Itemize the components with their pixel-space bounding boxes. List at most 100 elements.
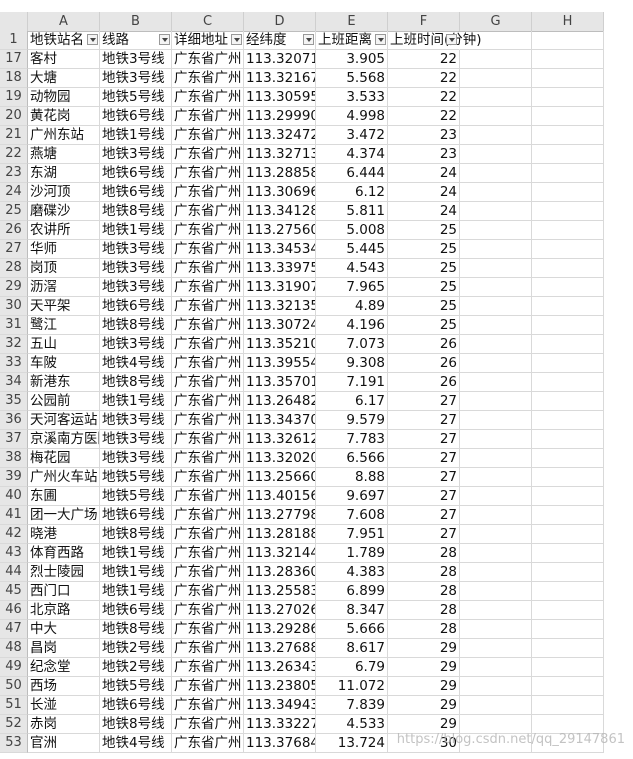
row-number[interactable]: 19: [0, 88, 28, 107]
column-header-e[interactable]: E: [316, 12, 388, 31]
coordinate-cell[interactable]: 113.270268: [244, 601, 316, 620]
time-cell[interactable]: 27: [388, 487, 460, 506]
cell[interactable]: [460, 202, 532, 221]
address-cell[interactable]: 广东省广州: [172, 468, 244, 487]
cell[interactable]: [460, 392, 532, 411]
address-cell[interactable]: 广东省广州: [172, 69, 244, 88]
row-number[interactable]: 52: [0, 715, 28, 734]
cell[interactable]: [532, 544, 604, 563]
station-name-cell[interactable]: 烈士陵园: [28, 563, 100, 582]
station-name-cell[interactable]: 天平架: [28, 297, 100, 316]
row-number[interactable]: 22: [0, 145, 28, 164]
address-cell[interactable]: 广东省广州: [172, 202, 244, 221]
coordinate-cell[interactable]: 113.277989: [244, 506, 316, 525]
row-number[interactable]: 37: [0, 430, 28, 449]
time-cell[interactable]: 27: [388, 430, 460, 449]
time-cell[interactable]: 27: [388, 449, 460, 468]
row-number[interactable]: 32: [0, 335, 28, 354]
line-cell[interactable]: 地铁6号线: [100, 696, 172, 715]
row-number[interactable]: 26: [0, 221, 28, 240]
time-cell[interactable]: 27: [388, 468, 460, 487]
row-number[interactable]: 34: [0, 373, 28, 392]
time-cell[interactable]: 29: [388, 658, 460, 677]
address-cell[interactable]: 广东省广州: [172, 373, 244, 392]
line-cell[interactable]: 地铁3号线: [100, 411, 172, 430]
distance-cell[interactable]: 7.783: [316, 430, 388, 449]
line-cell[interactable]: 地铁3号线: [100, 278, 172, 297]
cell[interactable]: [460, 525, 532, 544]
row-number[interactable]: 30: [0, 297, 28, 316]
distance-cell[interactable]: 6.17: [316, 392, 388, 411]
cell[interactable]: [532, 677, 604, 696]
time-cell[interactable]: 29: [388, 696, 460, 715]
time-cell[interactable]: 27: [388, 506, 460, 525]
distance-cell[interactable]: 3.472: [316, 126, 388, 145]
distance-cell[interactable]: 9.579: [316, 411, 388, 430]
address-cell[interactable]: 广东省广州: [172, 259, 244, 278]
address-cell[interactable]: 广东省广州: [172, 88, 244, 107]
address-cell[interactable]: 广东省广州: [172, 430, 244, 449]
coordinate-cell[interactable]: 113.339758: [244, 259, 316, 278]
time-cell[interactable]: 27: [388, 411, 460, 430]
coordinate-cell[interactable]: 113.288583: [244, 164, 316, 183]
distance-cell[interactable]: 4.533: [316, 715, 388, 734]
station-name-cell[interactable]: 赤岗: [28, 715, 100, 734]
distance-cell[interactable]: 5.008: [316, 221, 388, 240]
line-cell[interactable]: 地铁1号线: [100, 582, 172, 601]
line-cell[interactable]: 地铁5号线: [100, 487, 172, 506]
station-name-cell[interactable]: 大塘: [28, 69, 100, 88]
cell[interactable]: [532, 601, 604, 620]
station-name-cell[interactable]: 北京路: [28, 601, 100, 620]
line-cell[interactable]: 地铁1号线: [100, 544, 172, 563]
coordinate-cell[interactable]: 113.281883: [244, 525, 316, 544]
row-number[interactable]: 20: [0, 107, 28, 126]
station-name-cell[interactable]: 鹭江: [28, 316, 100, 335]
coordinate-cell[interactable]: 113.263431: [244, 658, 316, 677]
address-cell[interactable]: 广东省广州: [172, 126, 244, 145]
address-cell[interactable]: 广东省广州: [172, 335, 244, 354]
time-cell[interactable]: 23: [388, 145, 460, 164]
filter-dropdown-icon[interactable]: [231, 34, 242, 45]
line-cell[interactable]: 地铁6号线: [100, 164, 172, 183]
row-number[interactable]: 36: [0, 411, 28, 430]
address-cell[interactable]: 广东省广州: [172, 544, 244, 563]
station-name-cell[interactable]: 西门口: [28, 582, 100, 601]
station-name-cell[interactable]: 沙河顶: [28, 183, 100, 202]
row-number[interactable]: 39: [0, 468, 28, 487]
coordinate-cell[interactable]: 113.401562: [244, 487, 316, 506]
coordinate-cell[interactable]: 113.395548: [244, 354, 316, 373]
station-name-cell[interactable]: 长湴: [28, 696, 100, 715]
coordinate-cell[interactable]: 113.283603: [244, 563, 316, 582]
time-cell[interactable]: 28: [388, 544, 460, 563]
row-number[interactable]: 50: [0, 677, 28, 696]
distance-cell[interactable]: 4.543: [316, 259, 388, 278]
station-name-cell[interactable]: 新港东: [28, 373, 100, 392]
cell[interactable]: [460, 278, 532, 297]
cell[interactable]: [460, 411, 532, 430]
distance-cell[interactable]: 5.811: [316, 202, 388, 221]
filter-dropdown-icon[interactable]: [446, 34, 457, 45]
cell[interactable]: [532, 354, 604, 373]
coordinate-cell[interactable]: 113.321353: [244, 297, 316, 316]
row-number[interactable]: 51: [0, 696, 28, 715]
cell[interactable]: [532, 69, 604, 88]
coordinate-cell[interactable]: 113.326126: [244, 430, 316, 449]
coordinate-cell[interactable]: 113.276885: [244, 639, 316, 658]
coordinate-cell[interactable]: 113.357016: [244, 373, 316, 392]
cell[interactable]: [460, 487, 532, 506]
cell[interactable]: [460, 335, 532, 354]
station-name-cell[interactable]: 燕塘: [28, 145, 100, 164]
row-number[interactable]: 40: [0, 487, 28, 506]
coordinate-cell[interactable]: 113.332275: [244, 715, 316, 734]
line-cell[interactable]: 地铁2号线: [100, 639, 172, 658]
coordinate-cell[interactable]: 113.275602: [244, 221, 316, 240]
coordinate-cell[interactable]: 113.305951: [244, 88, 316, 107]
time-cell[interactable]: 22: [388, 69, 460, 88]
filter-dropdown-icon[interactable]: [375, 34, 386, 45]
time-cell[interactable]: 24: [388, 202, 460, 221]
header-cell-station[interactable]: 地铁站名: [28, 31, 100, 50]
distance-cell[interactable]: 1.789: [316, 544, 388, 563]
address-cell[interactable]: 广东省广州: [172, 183, 244, 202]
distance-cell[interactable]: 4.383: [316, 563, 388, 582]
cell[interactable]: [532, 620, 604, 639]
